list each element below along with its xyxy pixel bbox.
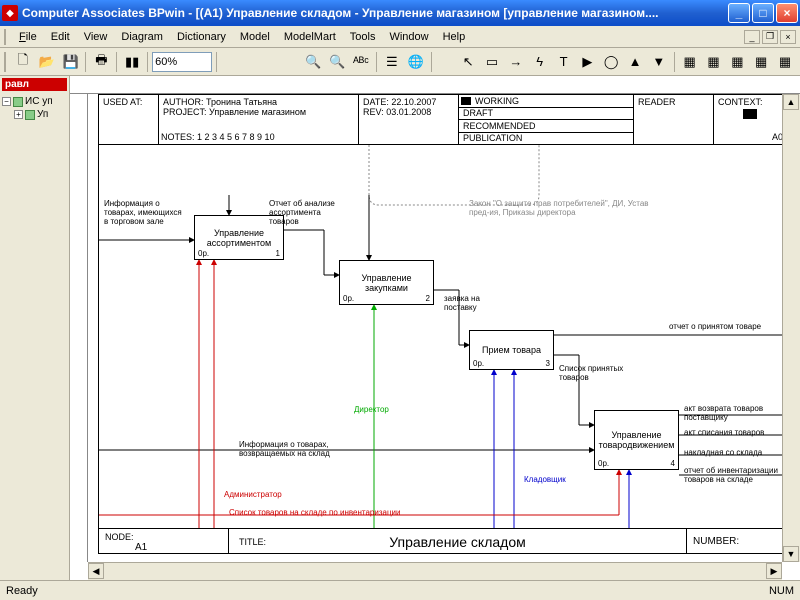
menu-help[interactable]: Help xyxy=(436,29,473,45)
open-icon[interactable]: 📂 xyxy=(36,51,58,73)
label-inventory-list: Список товаров на складе по инвентаризац… xyxy=(229,508,400,517)
maximize-button[interactable]: □ xyxy=(752,3,774,23)
label-list-accepted: Список принятых товаров xyxy=(559,365,649,383)
toolbar-grip[interactable] xyxy=(4,52,8,72)
tunnel-icon[interactable]: ◯ xyxy=(600,51,622,73)
footer-node: NODE:A1 xyxy=(99,529,229,554)
footer-title: TITLE:Управление складом xyxy=(229,529,687,554)
menu-diagram[interactable]: Diagram xyxy=(114,29,170,45)
menu-tools[interactable]: Tools xyxy=(343,29,383,45)
ruler-horizontal xyxy=(70,76,800,94)
scrollbar-horizontal[interactable]: ◀ ▶ xyxy=(88,562,782,580)
scroll-right-icon[interactable]: ▶ xyxy=(766,563,782,579)
activity-icon[interactable]: ▭ xyxy=(481,51,503,73)
mdi-close-button[interactable]: × xyxy=(780,30,796,44)
scrollbar-vertical[interactable]: ▲ ▼ xyxy=(782,94,800,562)
arrow-icon[interactable]: → xyxy=(505,51,527,73)
status-num: NUM xyxy=(769,585,794,597)
tree-child[interactable]: +Уп xyxy=(2,108,67,121)
explorer-icon[interactable]: ☰ xyxy=(381,51,403,73)
model-explorer: равл −ИС уп +Уп xyxy=(0,76,70,580)
label-info-return: Информация о товарах, возвращаемых на ск… xyxy=(239,441,379,459)
zoom-select[interactable] xyxy=(152,52,212,72)
label-director: Директор xyxy=(354,405,389,414)
label-zayavka: заявка на поставку xyxy=(444,295,494,313)
ruler-vertical xyxy=(70,94,88,562)
titlebar: ◆ Computer Associates BPwin - [(A1) Упра… xyxy=(0,0,800,26)
toolbar-main: 🗋 📂 💾 🖶 ▮▮ 🔍 🔍 ᴬᴮᶜ ☰ 🌐 ↖ ▭ → ϟ T ▶ ◯ ▲ ▼… xyxy=(0,48,800,76)
mm-icon1[interactable]: ▦ xyxy=(679,51,701,73)
menubar: File Edit View Diagram Dictionary Model … xyxy=(0,26,800,48)
text-icon[interactable]: T xyxy=(553,51,575,73)
menubar-grip[interactable] xyxy=(4,29,8,45)
window-controls: _ □ × xyxy=(728,3,798,23)
statusbar: Ready NUM xyxy=(0,580,800,600)
label-report-accept: отчет о принятом товаре xyxy=(669,323,761,332)
zoomfit-icon[interactable]: 🔍 xyxy=(326,51,348,73)
label-storekeeper: Кладовщик xyxy=(524,475,566,484)
label-return-act: акт возврата товаров поставщику xyxy=(684,405,794,423)
palette-icon[interactable]: ▮▮ xyxy=(121,51,143,73)
window-title: Computer Associates BPwin - [(A1) Управл… xyxy=(22,6,728,20)
child-icon[interactable]: ▼ xyxy=(648,51,670,73)
label-info-hall: Информация о товарах, имеющихся в торгов… xyxy=(104,200,184,226)
godown-icon[interactable]: ▶ xyxy=(576,51,598,73)
header-used-at: USED AT: xyxy=(99,95,159,144)
minimize-button[interactable]: _ xyxy=(728,3,750,23)
menu-dictionary[interactable]: Dictionary xyxy=(170,29,233,45)
mdi-restore-button[interactable]: ❐ xyxy=(762,30,778,44)
label-report-assort: Отчет об анализе ассортимента товаров xyxy=(269,200,344,226)
label-invoice: накладная со склада xyxy=(684,449,762,458)
label-law: Закон "О защите прав потребителей", ДИ, … xyxy=(469,200,669,218)
activity-4[interactable]: Управление товародвижением0р.4 xyxy=(594,410,679,470)
diagram-canvas: USED AT: AUTHOR: Тронина Татьяна PROJECT… xyxy=(70,76,800,580)
activity-2[interactable]: Управление закупками0р.2 xyxy=(339,260,434,305)
label-inventory-report: отчет об инвентаризации товаров на склад… xyxy=(684,467,794,485)
mdi-minimize-button[interactable]: _ xyxy=(744,30,760,44)
menu-view[interactable]: View xyxy=(77,29,115,45)
explorer-tab[interactable]: равл xyxy=(2,78,67,91)
print-icon[interactable]: 🖶 xyxy=(90,51,112,73)
spellcheck-icon[interactable]: ᴬᴮᶜ xyxy=(350,51,372,73)
scroll-up-icon[interactable]: ▲ xyxy=(783,94,799,110)
save-icon[interactable]: 💾 xyxy=(60,51,82,73)
idef0-diagram[interactable]: USED AT: AUTHOR: Тронина Татьяна PROJECT… xyxy=(98,94,788,554)
menu-file[interactable]: File xyxy=(12,29,44,45)
status-text: Ready xyxy=(6,585,38,597)
diagram-body[interactable]: Управление ассортиментом0р.1 Управление … xyxy=(99,145,787,528)
menu-window[interactable]: Window xyxy=(382,29,435,45)
header-reader: READER xyxy=(634,95,714,144)
activity-3[interactable]: Прием товара0р.3 xyxy=(469,330,554,370)
label-admin: Администратор xyxy=(224,490,282,499)
new-icon[interactable]: 🗋 xyxy=(12,51,34,73)
web-icon[interactable]: 🌐 xyxy=(405,51,427,73)
zoomin-icon[interactable]: 🔍 xyxy=(302,51,324,73)
menu-edit[interactable]: Edit xyxy=(44,29,77,45)
header-date: DATE: 22.10.2007 REV: 03.01.2008 xyxy=(359,95,459,144)
mm-icon3[interactable]: ▦ xyxy=(726,51,748,73)
mm-icon2[interactable]: ▦ xyxy=(703,51,725,73)
menu-modelmart[interactable]: ModelMart xyxy=(277,29,343,45)
tree-root[interactable]: −ИС уп xyxy=(2,95,67,108)
mm-icon5[interactable]: ▦ xyxy=(774,51,796,73)
squiggle-icon[interactable]: ϟ xyxy=(529,51,551,73)
parent-icon[interactable]: ▲ xyxy=(624,51,646,73)
header-author: AUTHOR: Тронина Татьяна PROJECT: Управле… xyxy=(159,95,359,144)
header-context: CONTEXT: A0 xyxy=(714,95,787,144)
pointer-icon[interactable]: ↖ xyxy=(457,51,479,73)
footer-number: NUMBER: xyxy=(687,529,787,554)
close-button[interactable]: × xyxy=(776,3,798,23)
label-writeoff: акт списания товаров xyxy=(684,429,764,438)
scroll-left-icon[interactable]: ◀ xyxy=(88,563,104,579)
header-status: WORKING DRAFT RECOMMENDED PUBLICATION xyxy=(459,95,634,144)
mm-icon4[interactable]: ▦ xyxy=(750,51,772,73)
scroll-down-icon[interactable]: ▼ xyxy=(783,546,799,562)
app-icon: ◆ xyxy=(2,5,18,21)
menu-model[interactable]: Model xyxy=(233,29,277,45)
